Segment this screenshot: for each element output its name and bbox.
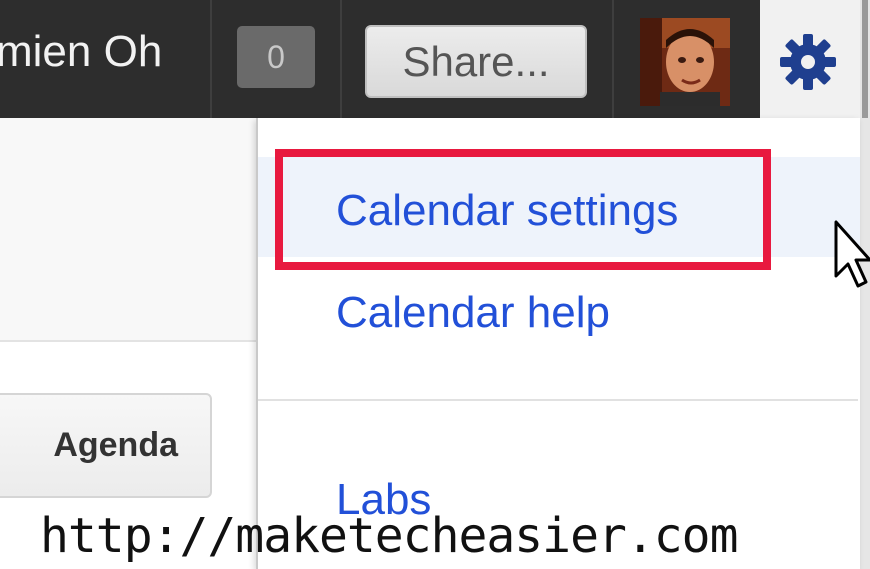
share-button[interactable]: Share... bbox=[365, 25, 587, 98]
topbar-separator bbox=[340, 0, 342, 118]
highlight-annotation-box bbox=[275, 149, 771, 270]
mouse-pointer-icon bbox=[834, 220, 870, 288]
gear-icon[interactable] bbox=[778, 32, 838, 92]
menu-item-calendar-help[interactable]: Calendar help bbox=[336, 291, 610, 335]
agenda-view-button[interactable]: Agenda bbox=[0, 393, 212, 498]
topbar-separator bbox=[210, 0, 212, 118]
avatar[interactable] bbox=[640, 18, 730, 106]
avatar-photo bbox=[640, 18, 730, 106]
topbar-separator bbox=[612, 0, 614, 118]
menu-divider bbox=[258, 399, 858, 401]
calendar-header-area bbox=[0, 118, 256, 342]
watermark-url: http://maketecheasier.com bbox=[40, 508, 738, 564]
scrollbar-thumb[interactable] bbox=[862, 0, 868, 118]
notification-count-button[interactable]: 0 bbox=[237, 26, 315, 88]
user-name[interactable]: mien Oh bbox=[0, 30, 162, 74]
